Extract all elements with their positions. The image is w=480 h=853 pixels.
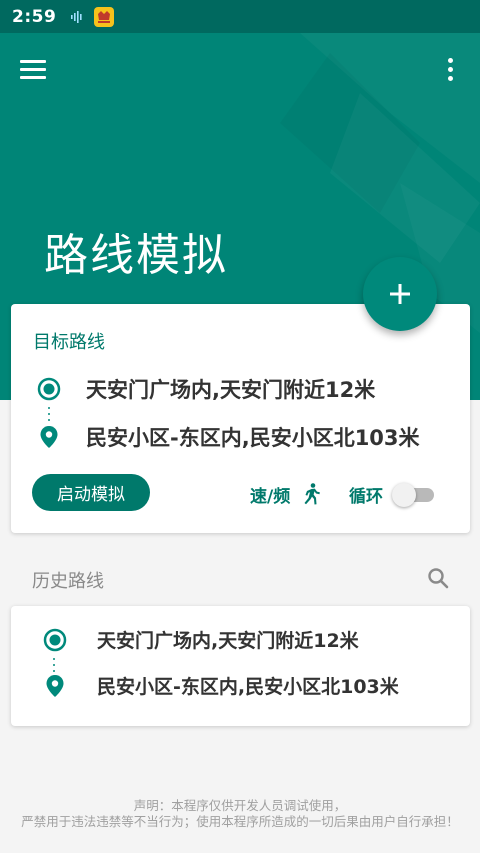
search-icon	[428, 568, 449, 589]
history-route-card[interactable]: 天安门广场内,天安门附近12米 民安小区-东区内,民安小区北103米	[11, 606, 470, 726]
history-title: 历史路线	[32, 571, 104, 592]
location-pin-icon	[37, 425, 61, 449]
loop-toggle-thumb	[392, 483, 416, 507]
status-time: 2:59	[12, 6, 57, 27]
history-route-end: 民安小区-东区内,民安小区北103米	[43, 672, 399, 699]
target-route-start[interactable]: 天安门广场内,天安门附近12米	[37, 374, 426, 404]
history-route-end-text: 民安小区-东区内,民安小区北103米	[97, 676, 399, 698]
loop-label: 循环	[349, 487, 383, 507]
speed-frequency-control[interactable]: 速/频	[250, 481, 324, 507]
loop-toggle[interactable]	[392, 482, 434, 507]
running-person-icon	[298, 481, 324, 507]
status-bar: 2:59	[0, 0, 480, 33]
target-route-heading: 目标路线	[33, 332, 105, 353]
radio-target-icon	[37, 377, 61, 401]
speed-frequency-label: 速/频	[250, 486, 291, 507]
target-route-card: 目标路线 天安门广场内,天安门附近12米 民安小区-东区内,民安小区北103米	[11, 304, 470, 533]
page-title: 路线模拟	[44, 230, 228, 281]
start-simulation-button[interactable]: 启动模拟	[32, 474, 150, 511]
history-route-start: 天安门广场内,天安门附近12米	[43, 626, 359, 653]
app-notification-icon	[94, 6, 115, 27]
disclaimer: 声明：本程序仅供开发人员调试使用， 严禁用于违法违禁等不当行为；使用本程序所造成…	[10, 798, 470, 830]
target-route-start-text: 天安门广场内,天安门附近12米	[86, 378, 376, 402]
history-search-button[interactable]	[426, 566, 450, 590]
disclaimer-line-1: 声明：本程序仅供开发人员调试使用，	[133, 798, 347, 813]
target-route-end-text: 民安小区-东区内,民安小区北103米	[86, 426, 420, 450]
route-connector	[52, 658, 56, 672]
app-screen: 2:59 路线模拟 目标路线 天安门广场内,天安门附近12米 民安小区-东区内,…	[0, 0, 480, 853]
sound-wave-icon	[70, 10, 84, 24]
hamburger-menu-icon	[20, 59, 46, 63]
menu-button[interactable]	[20, 53, 56, 85]
route-connector	[47, 407, 51, 421]
more-vert-icon	[447, 57, 453, 63]
disclaimer-line-2: 严禁用于违法违禁等不当行为；使用本程序所造成的一切后果由用户自行承担！	[21, 814, 459, 829]
history-route-start-text: 天安门广场内,天安门附近12米	[97, 630, 359, 652]
add-route-button[interactable]	[363, 257, 437, 331]
location-pin-icon	[43, 674, 67, 698]
target-route-end[interactable]: 民安小区-东区内,民安小区北103米	[37, 422, 446, 452]
more-options-button[interactable]	[438, 53, 462, 85]
radio-target-icon	[43, 628, 67, 652]
plus-icon	[390, 284, 410, 304]
